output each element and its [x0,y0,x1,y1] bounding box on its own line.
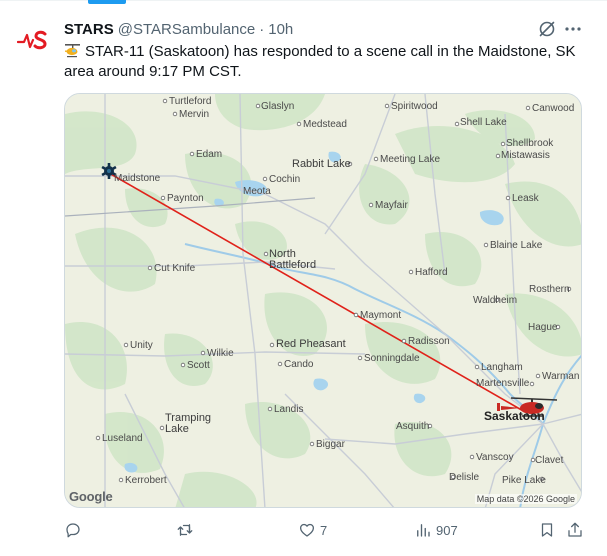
place-label: Wilkie [207,348,234,359]
avatar[interactable] [14,20,54,60]
place-label: Scott [187,360,210,371]
place-label: Edam [196,149,223,160]
place-label: Martensville [476,378,530,389]
place-label: Mervin [179,109,210,120]
place-label: Mistawasis [501,150,550,161]
place-label: Shell Lake [460,117,507,128]
place-label: Delisle [449,472,480,483]
retweet-button[interactable] [176,518,198,542]
place-label: Clavet [535,455,564,466]
place-label: Cando [284,359,314,370]
place-label: Hague [528,322,558,333]
place-label: Vanscoy [476,452,514,463]
place-label: Glaslyn [261,101,295,112]
tweet-header: STARS @STARSambulance · 10h [64,18,293,40]
bookmark-icon [541,523,553,537]
map-attribution: Map data ©2026 Google [474,494,577,504]
place-label: Meeting Lake [380,154,441,165]
display-name[interactable]: STARS [64,21,114,38]
place-label: Hafford [415,267,448,278]
tweet-text: STAR-11 (Saskatoon) has responded to a s… [64,42,584,82]
share-icon [568,522,582,537]
user-handle[interactable]: @STARSambulance [118,21,256,38]
heart-icon [299,523,315,537]
views-button[interactable]: 907 [414,518,458,542]
share-button[interactable] [566,518,584,542]
place-label: Turtleford [169,96,212,107]
place-label: Luseland [102,433,143,444]
place-label: Cochin [269,174,301,185]
active-tab-indicator [88,0,126,4]
tweet-body: STAR-11 (Saskatoon) has responded to a s… [64,43,576,80]
place-label: Blaine Lake [490,240,543,251]
separator-dot: · [259,20,265,38]
reply-button[interactable] [64,518,86,542]
place-label-saskatoon: Saskatoon [484,409,545,423]
place-label: Langham [481,362,523,373]
place-label: Red Pheasant [276,338,346,350]
place-label: Rosthern [529,284,570,295]
place-label: Unity [130,340,153,351]
place-label: Rabbit Lake [292,158,351,170]
views-chart-icon [417,524,430,537]
place-label: Radisson [408,336,450,347]
map-image[interactable]: Turtleford Mervin Glaslyn Spiritwood Can… [64,93,582,508]
timestamp[interactable]: 10h [268,21,293,38]
place-label: Warman [542,371,580,382]
place-label: Asquith [396,421,430,432]
place-label: Tramping Lake [165,412,212,435]
place-label: Waldheim [473,295,518,306]
place-label: Cut Knife [154,263,196,274]
place-label: Paynton [167,193,204,204]
place-label: Canwood [532,103,575,114]
action-bar: 7 907 [64,518,584,542]
place-label: Maidstone [114,173,161,184]
helicopter-emoji-icon [65,44,80,58]
place-label: Shellbrook [506,138,554,149]
reply-icon [66,523,80,538]
stars-logo-icon [17,30,47,50]
place-label: Landis [274,404,304,415]
grok-icon[interactable] [538,20,556,38]
place-label: Biggar [316,439,345,450]
more-options-icon[interactable] [564,20,582,38]
place-label: Leask [512,193,539,204]
place-label: Meota [243,186,271,197]
place-label: Mayfair [375,200,408,211]
bookmark-button[interactable] [538,518,556,542]
like-count: 7 [320,522,328,538]
place-label: Maymont [360,310,402,321]
place-label: Sonningdale [364,353,420,364]
place-label: Kerrobert [125,475,167,486]
like-button[interactable]: 7 [298,518,327,542]
views-count: 907 [436,522,458,538]
place-label: North Battleford [269,248,317,271]
place-label: Spiritwood [391,101,438,112]
place-label: Pike Lake [502,475,546,486]
place-label: Medstead [303,119,347,130]
google-logo: Google [69,489,113,504]
retweet-icon [177,524,193,536]
